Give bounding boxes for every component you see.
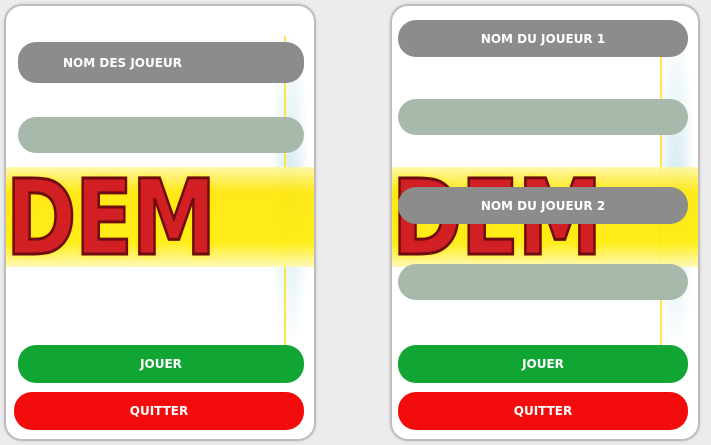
- players-name-label: NOM DES JOUEUR: [18, 42, 304, 83]
- player1-name-label: NOM DU JOUEUR 1: [398, 20, 688, 57]
- player-name-input[interactable]: [18, 117, 304, 153]
- player2-name-label: NOM DU JOUEUR 2: [398, 187, 688, 224]
- quit-button[interactable]: QUITTER: [398, 392, 688, 430]
- play-button[interactable]: JOUER: [18, 345, 304, 383]
- two-player-screen: NDEM NOM DU JOUEUR 1 NOM DU JOUEUR 2 JOU…: [390, 4, 700, 441]
- player2-name-input[interactable]: [398, 264, 688, 300]
- quit-button[interactable]: QUITTER: [14, 392, 304, 430]
- game-logo-artwork: NDEM: [6, 161, 314, 273]
- single-player-screen: NDEM NOM DES JOUEUR JOUER QUITTER: [4, 4, 316, 441]
- player1-name-input[interactable]: [398, 99, 688, 135]
- logo-text: NDEM: [6, 161, 218, 273]
- play-button[interactable]: JOUER: [398, 345, 688, 383]
